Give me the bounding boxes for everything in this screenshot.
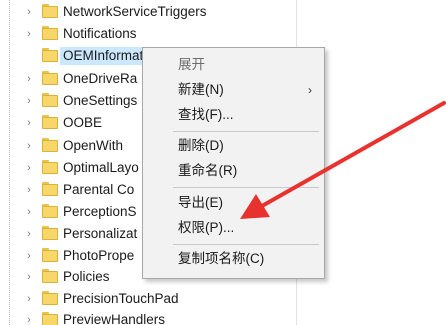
menu-separator	[173, 131, 319, 132]
tree-item-label: OEMInformati	[60, 47, 150, 65]
menu-separator	[173, 244, 319, 245]
menu-item-export[interactable]: 导出(E)	[143, 192, 324, 214]
tree-item-label: PhotoPrope	[63, 248, 135, 263]
folder-icon	[42, 269, 58, 283]
menu-item-label: 查找(F)...	[178, 107, 234, 122]
menu-item-new[interactable]: 新建(N) ›	[143, 79, 324, 101]
menu-item-label: 新建(N)	[178, 82, 224, 97]
tree-item-label: PreviewHandlers	[63, 312, 166, 325]
menu-item-find[interactable]: 查找(F)...	[143, 104, 324, 126]
folder-icon	[42, 226, 58, 240]
menu-item-label: 权限(P)...	[178, 220, 235, 235]
tree-item-label: OptimalLayo	[63, 160, 139, 175]
folder-icon	[42, 48, 58, 62]
folder-icon	[42, 4, 58, 18]
tree-item-label: OneDriveRa	[63, 71, 138, 86]
chevron-right-icon[interactable]: ›	[23, 249, 35, 263]
folder-icon	[42, 204, 58, 218]
chevron-right-icon[interactable]: ›	[23, 116, 35, 130]
tree-item-label: NetworkServiceTriggers	[63, 4, 207, 19]
tree-item-label: OOBE	[63, 115, 103, 130]
menu-item-label: 复制项名称(C)	[178, 251, 265, 266]
chevron-right-icon[interactable]: ›	[23, 292, 35, 306]
folder-icon	[42, 182, 58, 196]
menu-item-label: 删除(D)	[178, 138, 224, 153]
folder-icon	[42, 312, 58, 325]
menu-item-permissions[interactable]: 权限(P)...	[143, 217, 324, 239]
tree-item-label: PrecisionTouchPad	[63, 291, 179, 306]
folder-icon	[42, 93, 58, 107]
folder-icon	[42, 71, 58, 85]
context-menu: 展开 新建(N) › 查找(F)... 删除(D) 重命名(R) 导出(E) 权…	[142, 47, 325, 279]
chevron-right-icon[interactable]: ›	[23, 139, 35, 153]
menu-separator	[173, 187, 319, 188]
chevron-right-icon: ›	[308, 83, 312, 97]
tree-item-label: PerceptionS	[63, 204, 137, 219]
menu-item-label: 重命名(R)	[178, 163, 238, 178]
menu-item-label: 展开	[178, 57, 205, 72]
tree-item-label: OpenWith	[63, 138, 124, 153]
tree-item-precisiontouchpad[interactable]: › PrecisionTouchPad	[0, 288, 300, 310]
chevron-right-icon[interactable]: ›	[23, 27, 35, 41]
registry-editor-screenshot: › NetworkServiceTriggers › Notifications…	[0, 0, 446, 325]
chevron-right-icon[interactable]: ›	[23, 205, 35, 219]
folder-icon	[42, 26, 58, 40]
folder-icon	[42, 138, 58, 152]
menu-item-expand[interactable]: 展开	[143, 54, 324, 76]
tree-item-label: Policies	[63, 269, 110, 284]
folder-icon	[42, 248, 58, 262]
chevron-right-icon[interactable]: ›	[23, 161, 35, 175]
folder-icon	[42, 115, 58, 129]
menu-item-label: 导出(E)	[178, 195, 223, 210]
tree-item-label: Notifications	[63, 26, 137, 41]
chevron-right-icon[interactable]: ›	[23, 227, 35, 241]
chevron-right-icon[interactable]: ›	[23, 270, 35, 284]
chevron-right-icon[interactable]: ›	[23, 313, 35, 325]
tree-item-label: Personalizat	[63, 226, 138, 241]
tree-item-previewhandlers[interactable]: › PreviewHandlers	[0, 309, 300, 325]
tree-item-networkservicetriggers[interactable]: › NetworkServiceTriggers	[0, 1, 300, 23]
tree-item-notifications[interactable]: › Notifications	[0, 23, 300, 45]
folder-icon	[42, 160, 58, 174]
tree-item-label: OneSettings	[63, 93, 138, 108]
chevron-right-icon[interactable]: ›	[23, 72, 35, 86]
chevron-right-icon[interactable]: ›	[23, 5, 35, 19]
menu-item-delete[interactable]: 删除(D)	[143, 135, 324, 157]
chevron-right-icon[interactable]: ›	[23, 94, 35, 108]
folder-icon	[42, 291, 58, 305]
tree-item-label: Parental Co	[63, 182, 135, 197]
chevron-right-icon[interactable]: ›	[23, 183, 35, 197]
menu-item-rename[interactable]: 重命名(R)	[143, 160, 324, 182]
menu-item-copy-key-name[interactable]: 复制项名称(C)	[143, 248, 324, 270]
